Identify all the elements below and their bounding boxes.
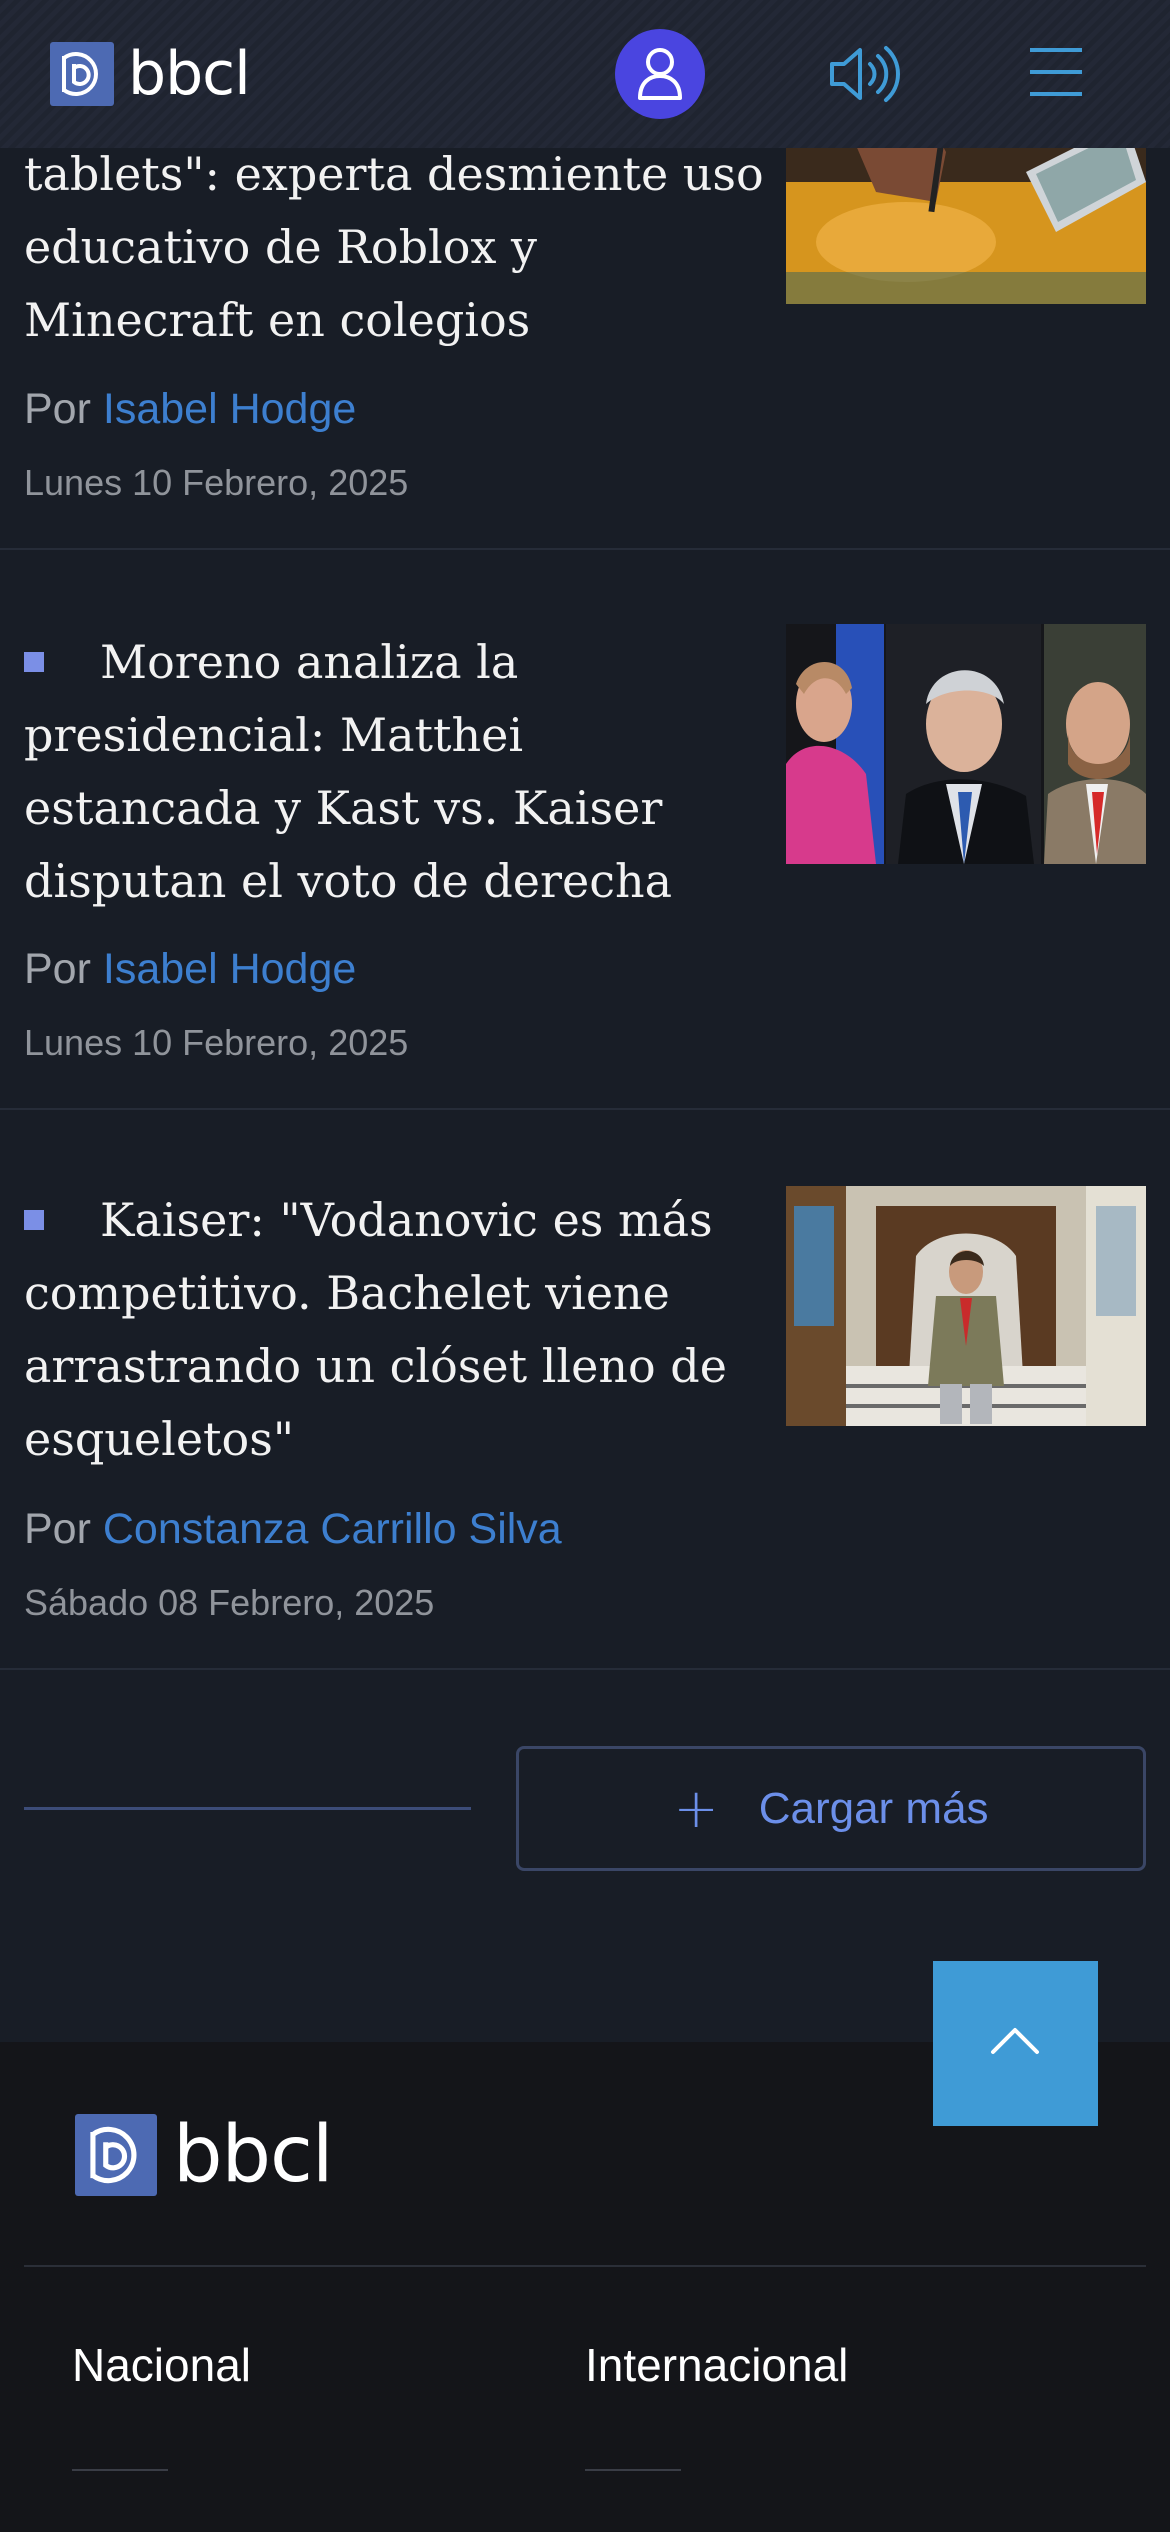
byline-prefix: Por bbox=[24, 1505, 91, 1553]
footer-link-nacional[interactable]: Nacional bbox=[72, 2338, 251, 2392]
author-link[interactable]: Isabel Hodge bbox=[103, 385, 356, 433]
logo-mark-icon bbox=[75, 2114, 157, 2196]
footer-divider bbox=[24, 2265, 1146, 2267]
load-more-label: Cargar más bbox=[758, 1783, 989, 1833]
article-card[interactable]: Moreno analiza la presidencial: Matthei … bbox=[0, 550, 1170, 1110]
article-date: Lunes 10 Febrero, 2025 bbox=[24, 462, 409, 503]
logo-mark-icon bbox=[50, 42, 114, 106]
user-icon bbox=[638, 48, 682, 100]
article-byline: Por Constanza Carrillo Silva bbox=[24, 1505, 562, 1554]
article-title[interactable]: Moreno analiza la presidencial: Matthei … bbox=[24, 626, 764, 918]
site-logo[interactable]: bbcl bbox=[50, 39, 251, 109]
footer-link-internacional[interactable]: Internacional bbox=[585, 2338, 848, 2392]
byline-prefix: Por bbox=[24, 945, 91, 993]
load-more-button[interactable]: + Cargar más bbox=[516, 1746, 1146, 1871]
footer-link-underline bbox=[72, 2469, 168, 2471]
article-thumbnail[interactable] bbox=[786, 1186, 1146, 1426]
hamburger-menu-icon bbox=[1030, 48, 1082, 96]
menu-button[interactable] bbox=[1028, 46, 1084, 98]
footer-logo[interactable]: bbcl bbox=[75, 2110, 334, 2200]
audio-player-button[interactable] bbox=[828, 42, 904, 106]
article-title-text: Kaiser: "Vodanovic es más competitivo. B… bbox=[24, 1193, 727, 1466]
load-more-divider bbox=[24, 1807, 471, 1810]
author-link[interactable]: Constanza Carrillo Silva bbox=[103, 1505, 562, 1553]
article-byline: Por Isabel Hodge bbox=[24, 385, 356, 434]
article-byline: Por Isabel Hodge bbox=[24, 945, 356, 994]
author-link[interactable]: Isabel Hodge bbox=[103, 945, 356, 993]
top-bar: bbcl bbox=[0, 0, 1170, 148]
logo-text: bbcl bbox=[128, 39, 251, 109]
user-account-button[interactable] bbox=[615, 29, 705, 119]
speaker-icon bbox=[830, 46, 900, 102]
scroll-to-top-button[interactable] bbox=[933, 1961, 1098, 2126]
bullet-square-icon bbox=[24, 1210, 44, 1230]
chevron-up-icon bbox=[991, 2028, 1039, 2054]
bullet-square-icon bbox=[24, 652, 44, 672]
byline-prefix: Por bbox=[24, 385, 91, 433]
article-date: Sábado 08 Febrero, 2025 bbox=[24, 1582, 435, 1623]
article-title-text: Moreno analiza la presidencial: Matthei … bbox=[24, 635, 673, 908]
footer-link-underline bbox=[585, 2469, 681, 2471]
article-title[interactable]: tablets": experta desmiente uso educativ… bbox=[24, 138, 764, 357]
article-title[interactable]: Kaiser: "Vodanovic es más competitivo. B… bbox=[24, 1184, 764, 1476]
article-card[interactable]: Kaiser: "Vodanovic es más competitivo. B… bbox=[0, 1110, 1170, 1670]
logo-text: bbcl bbox=[173, 2110, 334, 2200]
article-date: Lunes 10 Febrero, 2025 bbox=[24, 1022, 409, 1063]
article-thumbnail[interactable] bbox=[786, 624, 1146, 864]
plus-icon: + bbox=[673, 1776, 719, 1840]
